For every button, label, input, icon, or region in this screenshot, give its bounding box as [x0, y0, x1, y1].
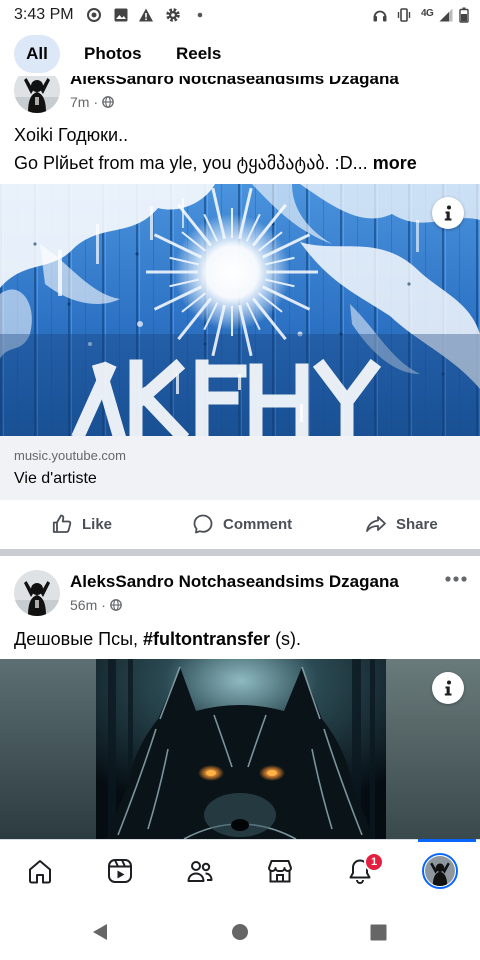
info-button[interactable]	[432, 672, 464, 704]
friends-icon	[187, 861, 213, 882]
post-time[interactable]: 56m	[70, 595, 97, 615]
home-icon	[29, 860, 51, 884]
marketplace-icon	[268, 860, 292, 883]
tab-photos[interactable]: Photos	[84, 35, 142, 73]
recents-square-icon[interactable]	[370, 924, 387, 941]
notification-badge: 1	[364, 852, 384, 872]
info-button[interactable]	[432, 197, 464, 229]
warning-icon	[139, 8, 153, 22]
link-domain: music.youtube.com	[14, 448, 126, 463]
nav-marketplace[interactable]	[260, 851, 300, 891]
wolf-eye-left	[206, 770, 216, 776]
post-text-fragment: Go Plйьet from ma yle, you ტყამპატაბ. :D…	[14, 153, 368, 173]
profile-avatar-image	[425, 856, 455, 886]
profile-avatar	[422, 853, 458, 889]
video-icon	[108, 859, 132, 883]
post-meta: 56m ·	[70, 595, 122, 615]
avatar-image	[14, 570, 60, 616]
post-text: Дешовые Псы, #fultontransfer (s).	[14, 626, 301, 652]
author-avatar[interactable]	[14, 570, 60, 616]
link-preview-image[interactable]	[0, 184, 480, 436]
signal-icon	[439, 8, 453, 22]
post-photo[interactable]	[0, 659, 480, 839]
status-time: 3:43 PM	[14, 6, 74, 23]
share-label: Share	[396, 515, 438, 533]
comment-button[interactable]: Comment	[191, 512, 292, 536]
post-text-fragment: Дешовые Псы,	[14, 629, 144, 649]
thumbs-up-icon	[52, 514, 72, 533]
post-text: Xoiki Годюки.. Go Plйьet from ma yle, yo…	[14, 121, 417, 177]
circle-target-icon	[87, 8, 101, 22]
vibrate-icon	[397, 8, 411, 22]
wolf-eye-right	[267, 770, 277, 776]
wolf-artwork	[0, 659, 480, 839]
meta-separator: ·	[101, 597, 106, 613]
bottom-navigation: 1	[0, 839, 480, 900]
post-text-fragment: (s).	[270, 629, 302, 649]
home-circle-icon[interactable]	[231, 923, 249, 941]
see-more-link[interactable]: more	[373, 153, 417, 173]
painted-wall-artwork	[0, 184, 480, 436]
hashtag-link[interactable]: #fultontransfer	[143, 629, 270, 649]
link-preview-card[interactable]: music.youtube.com Vie d'artiste	[0, 436, 480, 500]
dot-icon	[197, 12, 203, 18]
nav-home[interactable]	[20, 851, 60, 891]
post-text-line: Go Plйьet from ma yle, you ტყამპატაბ. :D…	[14, 149, 417, 177]
tab-reels[interactable]: Reels	[176, 35, 221, 73]
nav-friends[interactable]	[180, 851, 220, 891]
like-label: Like	[82, 515, 113, 533]
feed-post: AleksSandro Notchaseandsims Dzagana 7m ·…	[0, 67, 480, 184]
comment-icon	[193, 514, 213, 534]
nav-profile[interactable]	[420, 851, 460, 891]
author-name[interactable]: AleksSandro Notchaseandsims Dzagana	[70, 571, 399, 593]
network-4g-icon: 4G	[421, 8, 434, 19]
image-icon	[114, 8, 128, 22]
info-icon	[444, 680, 452, 696]
globe-icon	[102, 96, 114, 108]
comment-label: Comment	[223, 515, 293, 533]
post-text-line: Xoiki Годюки..	[14, 125, 129, 145]
meta-separator: ·	[93, 94, 99, 110]
battery-icon	[459, 7, 469, 23]
info-icon	[444, 205, 452, 221]
wolf-nose	[231, 819, 249, 831]
blurred-side-left	[0, 659, 96, 839]
feed-post: AleksSandro Notchaseandsims Dzagana 56m …	[0, 570, 480, 659]
tab-all[interactable]: All	[14, 35, 60, 73]
more-dots-icon[interactable]	[444, 575, 468, 583]
settings-gear-icon	[166, 8, 180, 22]
post-divider	[0, 549, 480, 556]
share-arrow-icon	[366, 516, 386, 532]
system-navigation-bar	[0, 900, 480, 960]
headphones-icon	[373, 10, 387, 22]
painted-sun	[174, 214, 290, 330]
feed-filter-tabs: All Photos Reels	[0, 30, 480, 76]
post-actions: Like Comment Share	[0, 500, 480, 548]
status-bar: 3:43 PM 4G	[0, 0, 480, 30]
post-meta: 7m ·	[70, 92, 114, 112]
active-tab-indicator	[418, 839, 476, 842]
globe-icon	[110, 599, 122, 611]
share-button[interactable]: Share	[364, 512, 438, 536]
back-icon[interactable]	[91, 922, 109, 942]
like-button[interactable]: Like	[50, 512, 112, 536]
link-title: Vie d'artiste	[14, 470, 97, 487]
post-time[interactable]: 7m	[70, 92, 89, 112]
nav-video[interactable]	[100, 851, 140, 891]
